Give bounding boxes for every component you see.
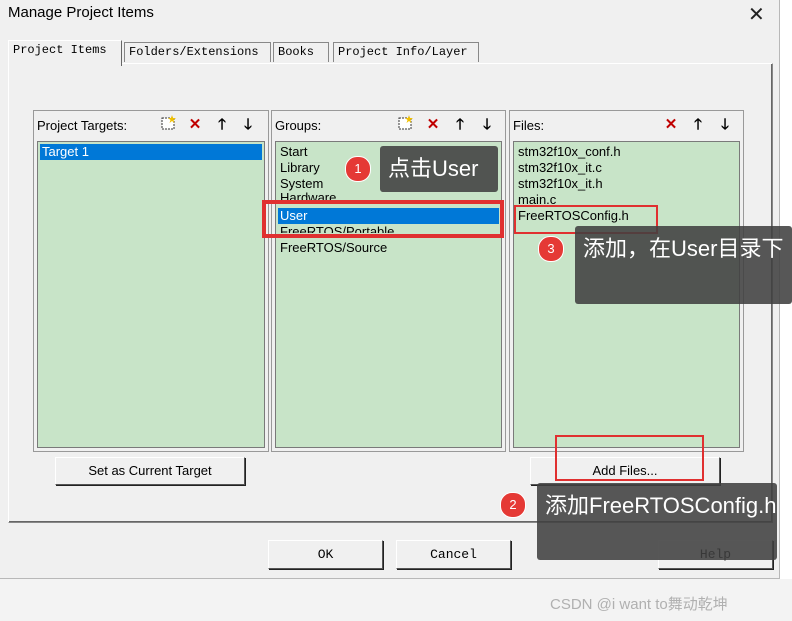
- list-item-freertos-source[interactable]: FreeRTOS/Source: [278, 240, 499, 256]
- cancel-button[interactable]: Cancel: [396, 540, 511, 569]
- ok-button[interactable]: OK: [268, 540, 383, 569]
- project-targets-header: Project Targets: ✕ 🡑 🡓: [34, 111, 268, 139]
- dialog-title: Manage Project Items: [8, 4, 154, 21]
- new-item-icon[interactable]: [395, 115, 417, 135]
- user-highlight-box: [262, 200, 504, 238]
- csdn-watermark: CSDN @i want to舞动乾坤: [550, 596, 728, 613]
- tab-folders-extensions[interactable]: Folders/Extensions: [124, 42, 271, 62]
- files-label: Files:: [513, 118, 545, 133]
- move-up-icon[interactable]: 🡑: [211, 115, 233, 135]
- list-item-stm32f10x-it-c[interactable]: stm32f10x_it.c: [516, 160, 737, 176]
- step-2-callout: 添加FreeRTOSConfig.h: [537, 483, 777, 560]
- step-2-badge: 2: [500, 492, 526, 518]
- move-down-icon[interactable]: 🡓: [476, 115, 498, 135]
- files-header: Files: ✕ 🡑 🡓: [510, 111, 743, 139]
- set-as-current-target-button[interactable]: Set as Current Target: [55, 457, 245, 485]
- delete-icon[interactable]: ✕: [422, 115, 444, 135]
- add-files-highlight-box: [555, 435, 704, 481]
- list-item-main-c[interactable]: main.c: [516, 192, 737, 204]
- tab-books[interactable]: Books: [273, 42, 329, 62]
- move-up-icon[interactable]: 🡑: [687, 115, 709, 135]
- tab-project-items[interactable]: Project Items: [8, 40, 122, 66]
- delete-icon[interactable]: ✕: [660, 115, 682, 135]
- groups-header: Groups: ✕ 🡑 🡓: [272, 111, 505, 139]
- step-3-badge: 3: [538, 236, 564, 262]
- groups-label: Groups:: [275, 118, 322, 133]
- tab-project-info-layer[interactable]: Project Info/Layer: [333, 42, 479, 62]
- targets-list: Target 1: [37, 141, 265, 448]
- list-item-target-1[interactable]: Target 1: [40, 144, 262, 160]
- move-down-icon[interactable]: 🡓: [237, 115, 259, 135]
- step-3-callout: 添加，在User目录下: [575, 226, 792, 304]
- step-1-callout: 点击User: [380, 146, 498, 192]
- new-item-icon[interactable]: [158, 115, 180, 135]
- move-down-icon[interactable]: 🡓: [714, 115, 736, 135]
- project-targets-panel: Project Targets: ✕ 🡑 🡓 Target 1: [33, 110, 269, 452]
- delete-icon[interactable]: ✕: [184, 115, 206, 135]
- project-targets-label: Project Targets:: [37, 118, 128, 133]
- step-1-badge: 1: [345, 156, 371, 182]
- list-item-stm32f10x-conf-h[interactable]: stm32f10x_conf.h: [516, 144, 737, 160]
- list-item-stm32f10x-it-h[interactable]: stm32f10x_it.h: [516, 176, 737, 192]
- close-icon[interactable]: ✕: [748, 2, 765, 27]
- move-up-icon[interactable]: 🡑: [449, 115, 471, 135]
